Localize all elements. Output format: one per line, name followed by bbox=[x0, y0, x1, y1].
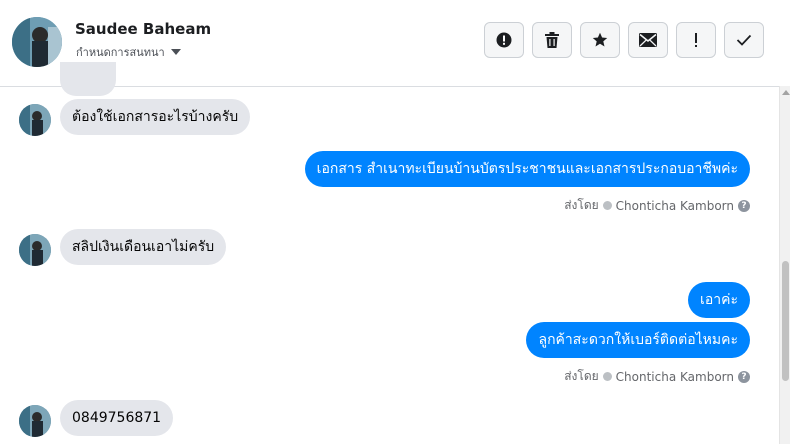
sent-by-label: ส่งโดย bbox=[564, 198, 599, 212]
star-icon bbox=[592, 32, 608, 48]
help-icon[interactable]: ? bbox=[738, 370, 750, 383]
verified-icon bbox=[602, 372, 612, 381]
outgoing-message: เอกสาร สำเนาทะเบียนบ้านบัตรประชาชนและเอก… bbox=[304, 151, 750, 187]
report-button[interactable] bbox=[484, 22, 524, 58]
sent-by-info: ส่งโดย Chonticha Kamborn ? bbox=[564, 367, 750, 386]
envelope-icon bbox=[639, 33, 657, 47]
contact-avatar-small[interactable] bbox=[19, 405, 51, 437]
incoming-message: สลิปเงินเดือนเอาไม่ครับ bbox=[60, 229, 227, 265]
mark-done-button[interactable] bbox=[724, 22, 764, 58]
contact-avatar[interactable] bbox=[12, 17, 62, 67]
outgoing-message: เอาค่ะ bbox=[688, 282, 750, 318]
trash-icon bbox=[545, 32, 559, 48]
spam-button[interactable] bbox=[676, 22, 716, 58]
conversation-options-dropdown[interactable]: กำหนดการสนทนา bbox=[76, 43, 181, 61]
contact-avatar-small[interactable] bbox=[19, 104, 51, 136]
scrollbar-thumb[interactable] bbox=[782, 261, 789, 381]
verified-icon bbox=[602, 201, 612, 210]
sent-by-info: ส่งโดย Chonticha Kamborn ? bbox=[564, 196, 750, 215]
sender-name[interactable]: Chonticha Kamborn bbox=[616, 370, 734, 384]
help-icon[interactable]: ? bbox=[738, 199, 750, 212]
sender-name[interactable]: Chonticha Kamborn bbox=[616, 199, 734, 213]
mark-unread-button[interactable] bbox=[628, 22, 668, 58]
scroll-up-arrow-icon[interactable] bbox=[782, 90, 790, 95]
chevron-down-icon bbox=[170, 49, 181, 55]
incoming-message: 0849756871 bbox=[60, 400, 174, 436]
message-bubble-partial bbox=[60, 62, 116, 96]
outgoing-message: ลูกค้าสะดวกให้เบอร์ติดต่อไหมคะ bbox=[526, 322, 750, 358]
conversation-header: Saudee Baheam กำหนดการสนทนา bbox=[0, 0, 779, 87]
contact-name[interactable]: Saudee Baheam bbox=[75, 20, 211, 38]
message-scrollbar[interactable] bbox=[779, 86, 790, 444]
incoming-message: ต้องใช้เอกสารอะไรบ้างครับ bbox=[60, 99, 251, 135]
exclamation-icon bbox=[693, 32, 699, 48]
conversation-options-label: กำหนดการสนทนา bbox=[76, 46, 165, 59]
sent-by-label: ส่งโดย bbox=[564, 369, 599, 383]
contact-avatar-small[interactable] bbox=[19, 234, 51, 266]
alert-circle-icon bbox=[496, 32, 512, 48]
checkmark-icon bbox=[736, 34, 752, 46]
header-toolbar bbox=[484, 22, 764, 58]
star-button[interactable] bbox=[580, 22, 620, 58]
delete-button[interactable] bbox=[532, 22, 572, 58]
